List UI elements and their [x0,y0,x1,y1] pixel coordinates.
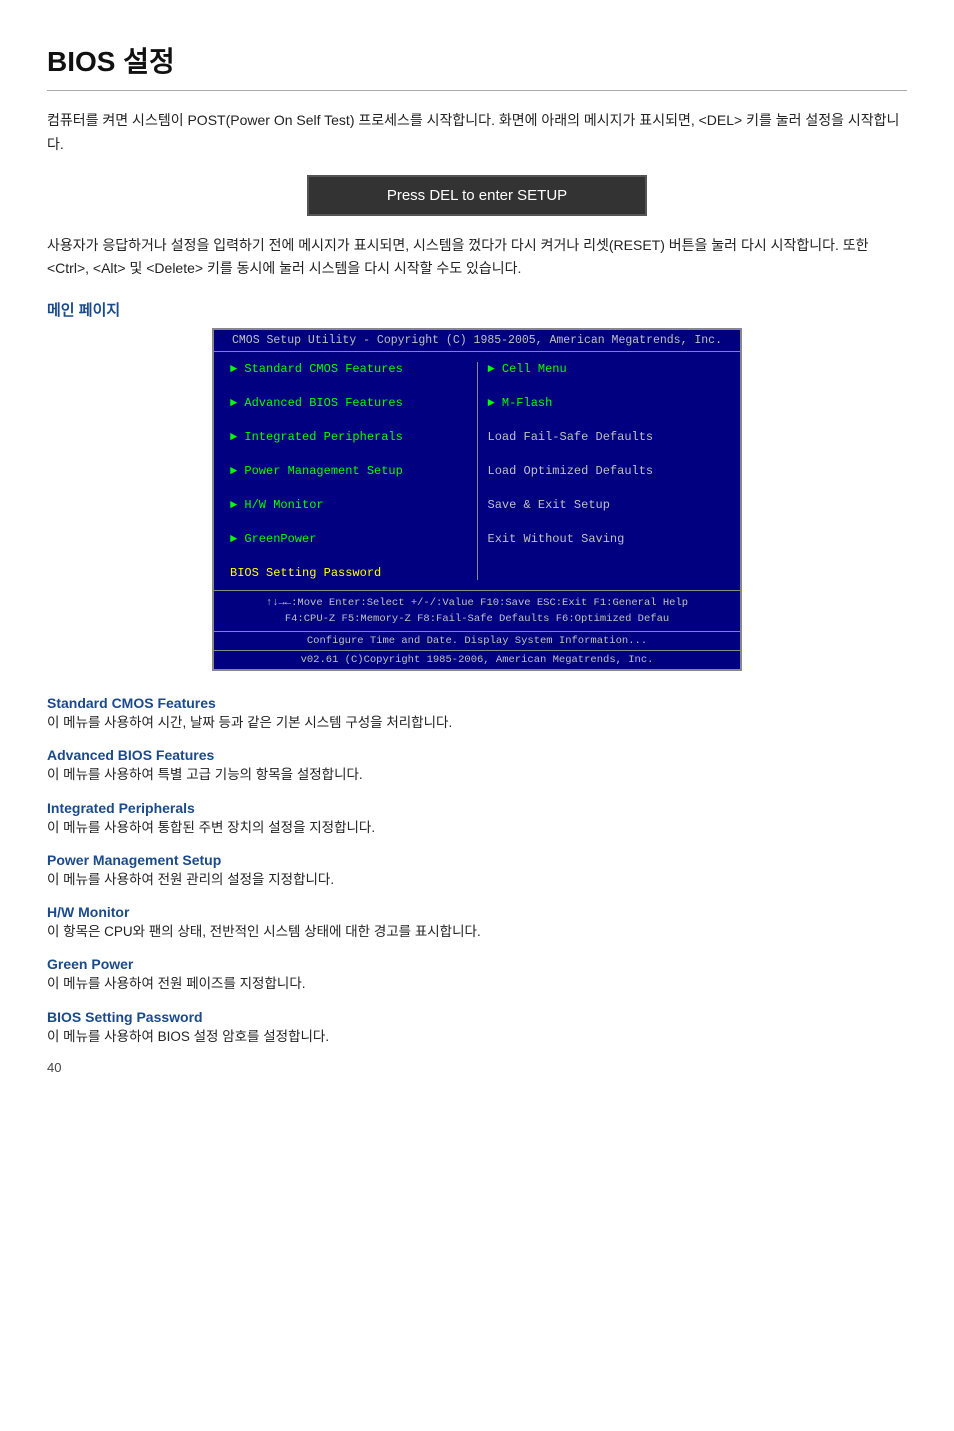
bios-item-cell[interactable]: ► Cell Menu [488,362,725,376]
section-integrated: Integrated Peripherals 이 메뉴를 사용하여 통합된 주변… [47,800,907,838]
main-page-label: 메인 페이지 [47,299,907,320]
section-desc-password: 이 메뉴를 사용하여 BIOS 설정 암호를 설정합니다. [47,1027,907,1047]
section-power: Power Management Setup 이 메뉴를 사용하여 전원 관리의… [47,852,907,890]
intro-paragraph1: 컴퓨터를 켜면 시스템이 POST(Power On Self Test) 프로… [47,109,907,157]
bios-menu-area: ► Standard CMOS Features ► Advanced BIOS… [214,352,740,590]
bios-footer-line2: F4:CPU-Z F5:Memory-Z F8:Fail-Safe Defaul… [222,611,732,627]
section-standard: Standard CMOS Features 이 메뉴를 사용하여 시간, 날짜… [47,695,907,733]
bios-item-integrated[interactable]: ► Integrated Peripherals [230,430,467,444]
section-title-integrated: Integrated Peripherals [47,800,907,816]
page-container: BIOS 설정 컴퓨터를 켜면 시스템이 POST(Power On Self … [27,0,927,1095]
bios-title-bar: CMOS Setup Utility - Copyright (C) 1985-… [214,330,740,352]
section-title-power: Power Management Setup [47,852,907,868]
bios-left-col: ► Standard CMOS Features ► Advanced BIOS… [230,362,467,580]
section-title-hwmonitor: H/W Monitor [47,904,907,920]
section-desc-advanced: 이 메뉴를 사용하여 특별 고급 기능의 항목을 설정합니다. [47,765,907,785]
section-title-advanced: Advanced BIOS Features [47,747,907,763]
section-desc-standard: 이 메뉴를 사용하여 시간, 날짜 등과 같은 기본 시스템 구성을 처리합니다… [47,713,907,733]
bios-item-power[interactable]: ► Power Management Setup [230,464,467,478]
page-title: BIOS 설정 [47,40,907,80]
section-advanced: Advanced BIOS Features 이 메뉴를 사용하여 특별 고급 … [47,747,907,785]
bios-status1: Configure Time and Date. Display System … [214,631,740,650]
intro-paragraph2: 사용자가 응답하거나 설정을 입력하기 전에 메시지가 표시되면, 시스템을 껐… [47,234,907,282]
section-password: BIOS Setting Password 이 메뉴를 사용하여 BIOS 설정… [47,1009,907,1047]
page-number: 40 [47,1060,61,1075]
bios-item-failsafe[interactable]: Load Fail-Safe Defaults [488,430,725,444]
bios-item-password[interactable]: BIOS Setting Password [230,566,467,580]
bios-status2: v02.61 (C)Copyright 1985-2006, American … [214,650,740,669]
bios-item-standard[interactable]: ► Standard CMOS Features [230,362,467,376]
bios-right-col: ► Cell Menu ► M-Flash Load Fail-Safe Def… [488,362,725,580]
bios-item-save-exit[interactable]: Save & Exit Setup [488,498,725,512]
section-desc-power: 이 메뉴를 사용하여 전원 관리의 설정을 지정합니다. [47,870,907,890]
bios-item-mflash[interactable]: ► M-Flash [488,396,725,410]
section-title-password: BIOS Setting Password [47,1009,907,1025]
section-desc-greenpower: 이 메뉴를 사용하여 전원 페이즈를 지정합니다. [47,974,907,994]
bios-col-divider [477,362,478,580]
bios-item-hwmonitor[interactable]: ► H/W Monitor [230,498,467,512]
section-title-standard: Standard CMOS Features [47,695,907,711]
bios-item-optimized[interactable]: Load Optimized Defaults [488,464,725,478]
bios-item-exit-nosave[interactable]: Exit Without Saving [488,532,725,546]
sections-container: Standard CMOS Features 이 메뉴를 사용하여 시간, 날짜… [47,695,907,1047]
section-title-greenpower: Green Power [47,956,907,972]
bios-item-greenpower[interactable]: ► GreenPower [230,532,467,546]
del-box: Press DEL to enter SETUP [307,175,647,216]
bios-footer-line1: ↑↓→←:Move Enter:Select +/-/:Value F10:Sa… [222,595,732,611]
title-divider [47,90,907,91]
bios-screen: CMOS Setup Utility - Copyright (C) 1985-… [212,328,742,671]
section-desc-integrated: 이 메뉴를 사용하여 통합된 주변 장치의 설정을 지정합니다. [47,818,907,838]
section-hwmonitor: H/W Monitor 이 항목은 CPU와 팬의 상태, 전반적인 시스템 상… [47,904,907,942]
section-desc-hwmonitor: 이 항목은 CPU와 팬의 상태, 전반적인 시스템 상태에 대한 경고를 표시… [47,922,907,942]
bios-item-advanced[interactable]: ► Advanced BIOS Features [230,396,467,410]
bios-footer1: ↑↓→←:Move Enter:Select +/-/:Value F10:Sa… [214,590,740,631]
section-greenpower: Green Power 이 메뉴를 사용하여 전원 페이즈를 지정합니다. [47,956,907,994]
